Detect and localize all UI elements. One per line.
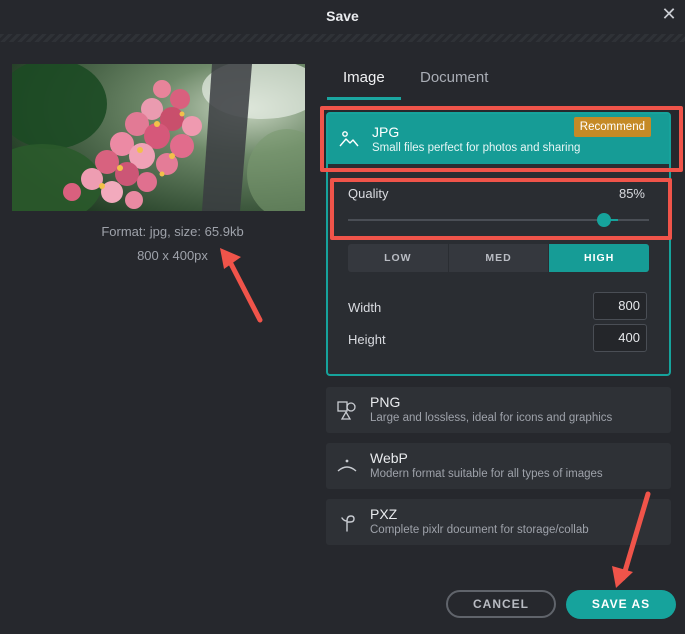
preset-med-button[interactable]: MED (449, 244, 550, 272)
slider-thumb[interactable] (597, 213, 611, 227)
png-format-card[interactable]: PNG Large and lossless, ideal for icons … (326, 387, 671, 433)
shapes-icon (337, 401, 356, 420)
width-label: Width (348, 300, 382, 315)
tab-document[interactable]: Document (404, 66, 504, 100)
dialog-title: Save (326, 8, 359, 24)
slider-fill (348, 219, 604, 221)
flower-photo (12, 64, 305, 211)
quality-slider[interactable] (348, 213, 649, 227)
pxz-description: Complete pixlr document for storage/coll… (370, 524, 589, 536)
mountains-icon (339, 131, 359, 147)
width-input[interactable]: 800 (593, 292, 647, 320)
quality-presets: LOW MED HIGH (348, 244, 649, 272)
height-label: Height (348, 332, 386, 347)
quality-label: Quality (348, 186, 389, 201)
webp-title: WebP (370, 450, 408, 466)
jpg-description: Small files perfect for photos and shari… (372, 142, 581, 154)
preset-high-button[interactable]: HIGH (549, 244, 649, 272)
quality-value: 85% (618, 186, 645, 201)
preview-dimensions: 800 x 400px (137, 248, 208, 263)
tab-image[interactable]: Image (327, 66, 401, 100)
preset-low-button[interactable]: LOW (348, 244, 449, 272)
pxz-title: PXZ (370, 506, 398, 522)
pixlr-icon (341, 515, 355, 532)
jpg-format-card: JPG Small files perfect for photos and s… (326, 112, 671, 376)
height-input[interactable]: 400 (593, 324, 647, 352)
title-divider (0, 34, 685, 42)
pxz-format-card[interactable]: PXZ Complete pixlr document for storage/… (326, 499, 671, 545)
save-as-button[interactable]: SAVE AS (566, 590, 676, 619)
image-preview (12, 64, 305, 211)
jpg-title: JPG (372, 124, 400, 140)
jpg-format-header[interactable]: JPG Small files perfect for photos and s… (328, 114, 669, 164)
format-tabs: Image Document (326, 66, 670, 100)
png-description: Large and lossless, ideal for icons and … (370, 412, 613, 424)
arc-icon (337, 459, 357, 472)
webp-description: Modern format suitable for all types of … (370, 468, 603, 480)
png-title: PNG (370, 394, 401, 410)
webp-format-card[interactable]: WebP Modern format suitable for all type… (326, 443, 671, 489)
recommend-badge: Recommend (573, 117, 651, 137)
preview-format-info: Format: jpg, size: 65.9kb (101, 224, 244, 239)
cancel-button[interactable]: CANCEL (446, 590, 556, 618)
close-icon[interactable]: ✕ (661, 5, 677, 23)
